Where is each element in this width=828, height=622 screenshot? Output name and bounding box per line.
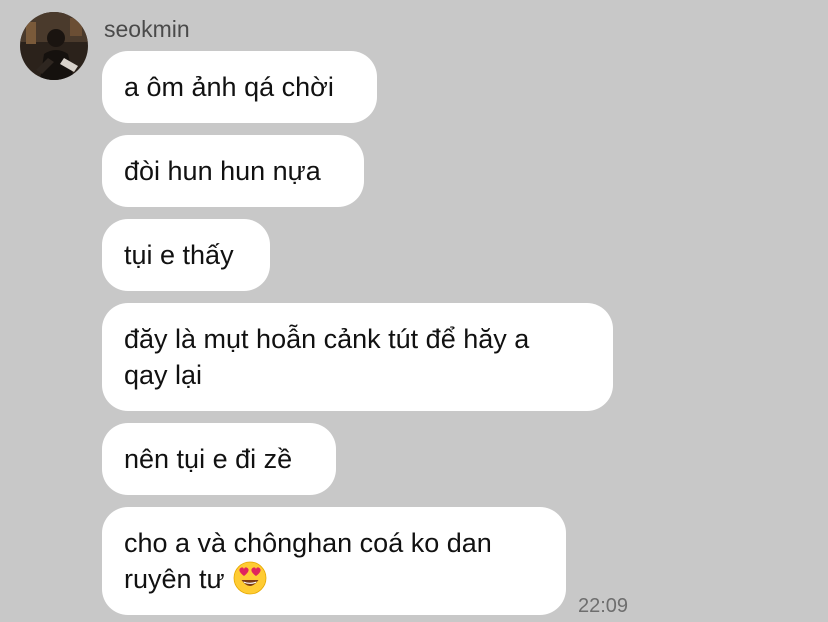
message-bubble[interactable]: tụi e thấy bbox=[102, 219, 270, 291]
message-bubble[interactable]: cho a và chônghan coá ko dan ruyên tư bbox=[102, 507, 566, 615]
message-text: tụi e thấy bbox=[124, 240, 234, 270]
heart-eyes-emoji-icon bbox=[233, 561, 267, 595]
message-text: cho a và chônghan coá ko dan ruyên tư bbox=[124, 528, 492, 594]
message-bubble[interactable]: a ôm ảnh qá chời bbox=[102, 51, 377, 123]
message-timestamp: 22:09 bbox=[578, 595, 629, 617]
message-bubble[interactable]: đăy là mụt hoẫn cảnk tút để hăy a qay lạ… bbox=[102, 303, 613, 411]
message-bubble[interactable]: đòi hun hun nựa bbox=[102, 135, 364, 207]
avatar-photo bbox=[20, 12, 88, 80]
message-text: đòi hun hun nựa bbox=[124, 156, 321, 186]
avatar[interactable] bbox=[20, 12, 88, 80]
message-text: a ôm ảnh qá chời bbox=[124, 72, 334, 102]
message-text: đăy là mụt hoẫn cảnk tút để hăy a qay lạ… bbox=[124, 324, 530, 390]
message-bubble[interactable]: nên tụi e đi zề bbox=[102, 423, 336, 495]
sender-name: seokmin bbox=[104, 16, 190, 42]
message-text: nên tụi e đi zề bbox=[124, 444, 293, 474]
message-content: cho a và chônghan coá ko dan ruyên tư bbox=[124, 525, 492, 597]
